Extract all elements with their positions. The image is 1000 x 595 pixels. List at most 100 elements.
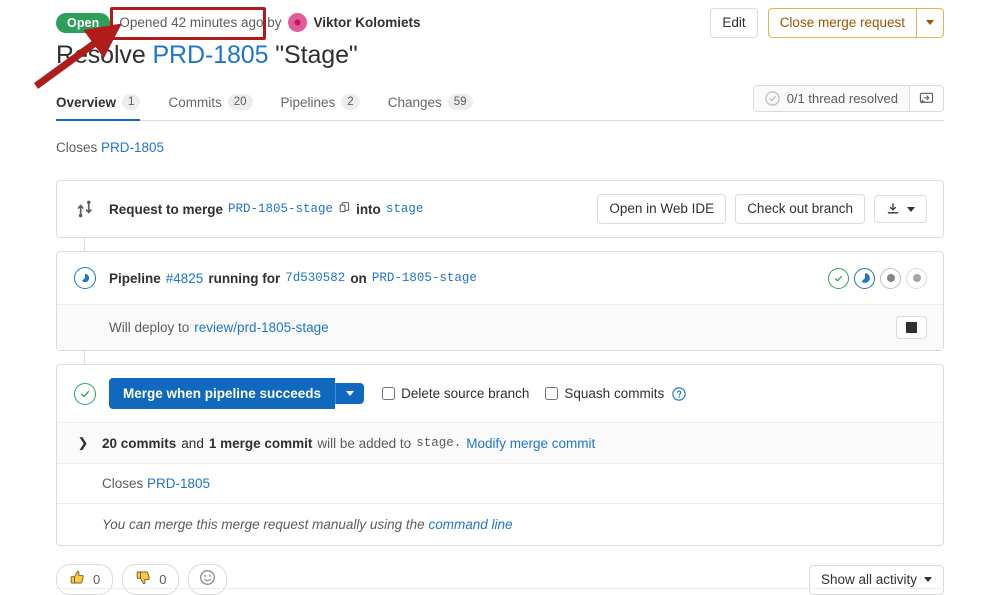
merge-card: Merge when pipeline succeeds Delete sour… [56,364,944,546]
pipeline-running-icon [73,267,97,289]
avatar[interactable] [288,13,308,32]
edit-button[interactable]: Edit [710,7,758,38]
merge-request-widgets: Request to merge PRD-1805-stage into sta… [56,180,944,546]
pipeline-stage-pending-1[interactable] [880,267,901,289]
merge-closes-issue-link[interactable]: PRD-1805 [147,476,210,491]
title-suffix: "Stage" [275,41,358,69]
chevron-down-icon [924,577,932,582]
merge-closes-row: Closes PRD-1805 [57,463,943,503]
thumbs-down-reaction-button[interactable]: 0 [122,564,180,595]
commits-count: 20 commits [102,435,177,451]
stop-environment-button[interactable] [896,316,927,339]
delete-source-branch-option[interactable]: Delete source branch [382,386,529,401]
close-merge-request-split-button: Close merge request [767,7,944,38]
add-reaction-button[interactable] [188,564,228,595]
deploy-environment-link[interactable]: review/prd-1805-stage [194,320,328,335]
closes-label: Closes [56,140,98,155]
pipeline-id-link[interactable]: #4825 [166,271,204,286]
thumbs-up-count: 0 [93,571,101,587]
tab-pipelines-label: Pipelines [280,94,336,110]
threads-resolved-text: 0/1 thread resolved [786,91,898,106]
thumbs-down-icon [135,569,152,590]
manual-merge-text: You can merge this merge request manuall… [102,517,425,532]
chevron-down-icon [926,20,934,26]
thread-resolution-widget: 0/1 thread resolved [752,85,944,112]
tab-commits[interactable]: Commits 20 [168,94,266,120]
chevron-right-icon[interactable]: ❯ [77,435,89,451]
check-circle-icon [764,91,780,106]
page-title: Resolve PRD-1805 "Stage" [56,38,944,72]
copy-icon[interactable] [338,201,351,217]
merge-options-dropdown[interactable] [335,383,365,404]
pipeline-stage-pending-2[interactable] [906,267,927,289]
target-branch-link[interactable]: stage [386,202,424,216]
opened-meta: Opened 42 minutes ago by Viktor Kolomiet… [119,13,421,32]
merge-request-page: Open Opened 42 minutes ago by Viktor Kol… [0,0,1000,595]
pipeline-stages [828,267,927,289]
closes-issue-link[interactable]: PRD-1805 [101,140,164,155]
check-icon [834,275,843,281]
dot-icon [886,274,895,282]
jump-to-thread-button[interactable] [909,85,944,112]
thumbs-up-reaction-button[interactable]: 0 [56,564,114,595]
pipeline-on-label: on [350,270,367,286]
close-merge-request-dropdown[interactable] [917,7,944,38]
delete-source-branch-checkbox[interactable] [382,387,396,400]
closes-issue-line: Closes PRD-1805 [56,140,944,155]
merge-options: Delete source branch Squash commits [382,386,686,401]
open-in-web-ide-button[interactable]: Open in Web IDE [597,194,727,224]
check-out-branch-button[interactable]: Check out branch [735,194,865,224]
squash-commits-checkbox[interactable] [545,387,559,400]
pipeline-commit-sha[interactable]: 7d530582 [285,271,345,285]
question-circle-icon[interactable] [672,386,686,401]
close-merge-request-button[interactable]: Close merge request [767,7,917,38]
chevron-down-icon [907,206,915,212]
request-to-merge-label: Request to merge [109,201,224,217]
tab-pipelines[interactable]: Pipelines 2 [281,94,374,120]
opened-time-text: Opened 42 minutes ago by [119,15,282,30]
threads-resolved-status: 0/1 thread resolved [752,85,909,112]
tab-overview[interactable]: Overview 1 [56,94,154,121]
request-to-merge-card: Request to merge PRD-1805-stage into sta… [56,180,944,238]
chevron-down-icon [346,391,355,396]
command-line-link[interactable]: command line [428,517,512,532]
tab-commits-count: 20 [227,94,253,110]
tab-list: Overview 1 Commits 20 Pipelines 2 Change… [56,94,501,121]
pipeline-branch-link[interactable]: PRD-1805-stage [372,271,477,285]
pipeline-text: Pipeline #4825 running for 7d530582 on P… [109,271,477,286]
squash-commits-option[interactable]: Squash commits [545,386,686,401]
and-label: and [181,435,204,451]
merge-when-pipeline-succeeds-button[interactable]: Merge when pipeline succeeds [109,378,336,409]
dot-icon [912,274,921,282]
show-all-activity-button[interactable]: Show all activity [808,564,944,595]
merge-request-header: Open Opened 42 minutes ago by Viktor Kol… [56,0,944,38]
tab-changes[interactable]: Changes 59 [388,94,487,120]
status-badge: Open [56,12,111,33]
commit-summary-row: ❯ 20 commits and 1 merge commit will be … [57,422,943,463]
title-prefix: Resolve [56,41,146,69]
pipeline-status-row: Pipeline #4825 running for 7d530582 on P… [57,252,943,304]
request-to-merge-text: Request to merge PRD-1805-stage into sta… [109,201,423,217]
deploy-row: Will deploy to review/prd-1805-stage [57,304,943,350]
modify-merge-commit-link[interactable]: Modify merge commit [466,436,595,451]
request-to-merge-actions: Open in Web IDE Check out branch [597,194,927,224]
check-circle-icon [80,390,90,397]
pipeline-stage-passed[interactable] [828,267,849,289]
merge-action-row: Merge when pipeline succeeds Delete sour… [57,365,943,422]
title-issue-reference[interactable]: PRD-1805 [152,41,268,69]
reactions-bar: 0 0 Show all activity [56,564,944,595]
pipeline-stage-running[interactable] [854,267,875,289]
jump-to-thread-icon [919,92,934,104]
widget-connector [84,351,85,364]
source-branch-link[interactable]: PRD-1805-stage [228,202,333,216]
pipeline-card: Pipeline #4825 running for 7d530582 on P… [56,251,944,351]
tab-changes-count: 59 [447,94,473,110]
bottom-divider [56,588,944,589]
smiley-icon [199,569,216,590]
merge-request-tabs: Overview 1 Commits 20 Pipelines 2 Change… [56,82,944,121]
download-dropdown-button[interactable] [874,195,927,223]
author-name[interactable]: Viktor Kolomiets [313,15,420,30]
tab-overview-count: 1 [122,94,141,110]
stop-icon [906,322,917,333]
added-to-text: will be added to [317,435,412,451]
